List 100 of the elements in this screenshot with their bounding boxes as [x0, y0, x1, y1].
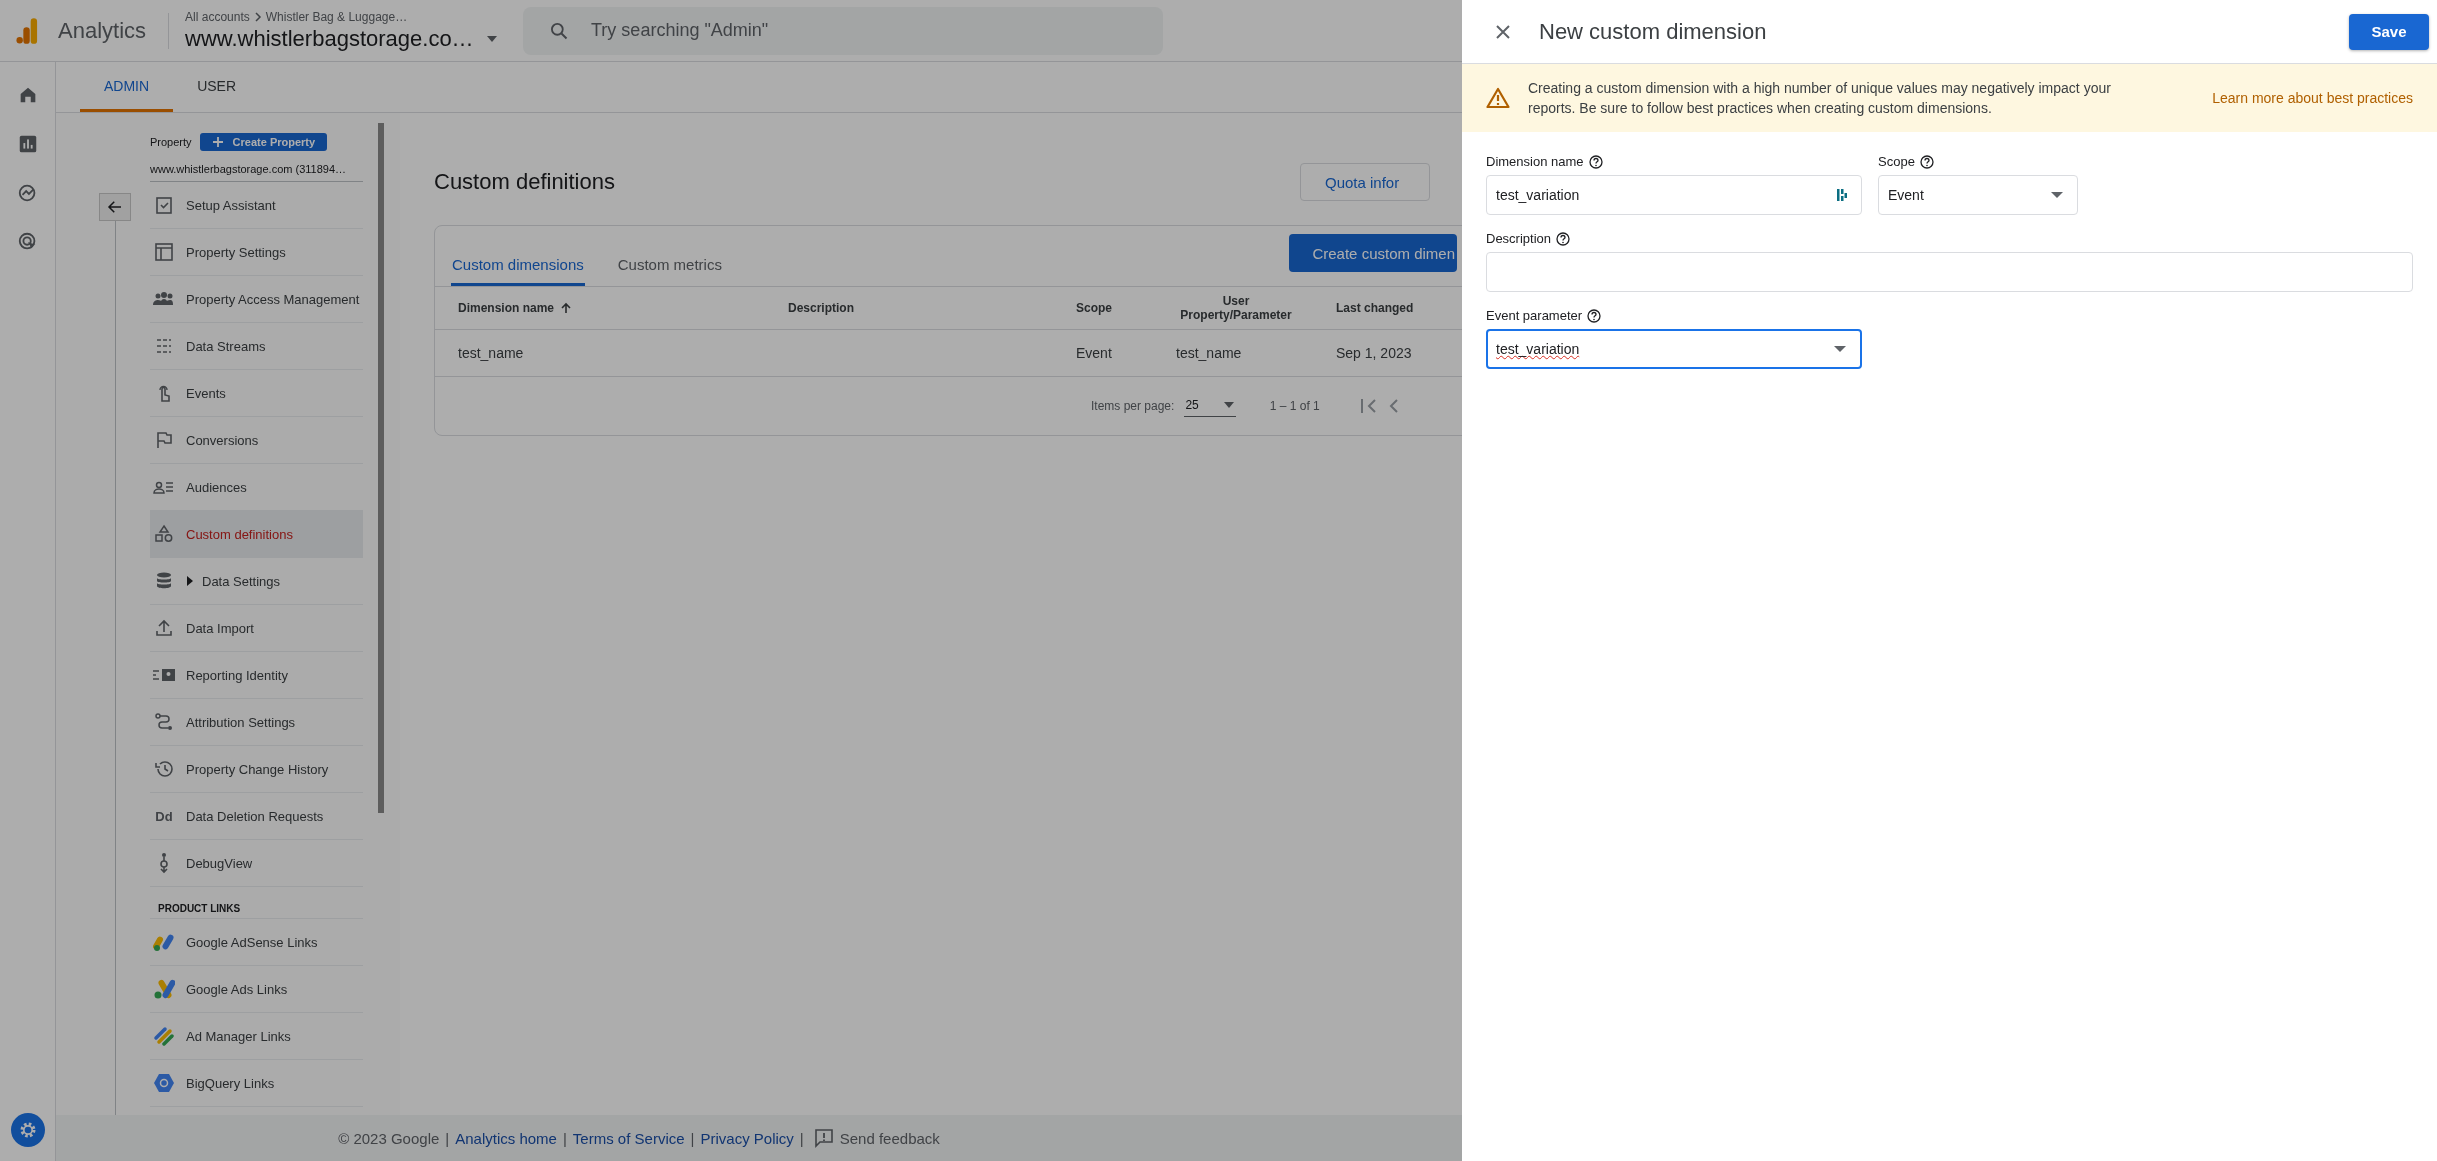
page-range: 1 – 1 of 1	[1269, 399, 1320, 413]
database-icon	[154, 571, 174, 591]
table-cell-text: Sep 1, 2023	[1336, 345, 1413, 361]
nav-item[interactable]: Setup Assistant	[150, 182, 363, 229]
items-per-page-label: Items per page:	[1091, 399, 1175, 413]
copyright-text: © 2023 Google	[338, 1129, 440, 1147]
table-cell-text: test_name	[458, 345, 525, 361]
nav-item[interactable]: Conversions	[150, 417, 363, 464]
upload-icon	[154, 618, 174, 638]
chevron-right-icon	[252, 11, 263, 22]
input-field[interactable]	[1486, 252, 2413, 292]
column-header[interactable]: Scope	[1076, 301, 1176, 315]
select-field[interactable]: Event	[1878, 175, 2078, 215]
separator: |	[799, 1129, 804, 1147]
adsense-logo-icon	[153, 933, 175, 951]
nav-item[interactable]: Data Import	[150, 605, 363, 652]
separator: |	[562, 1129, 567, 1147]
footer-link[interactable]: Terms of Service	[572, 1129, 685, 1147]
property-selector[interactable]: www.whistlerbagstorage.co…	[185, 25, 506, 52]
extension-icon	[1837, 188, 1847, 202]
table-cell-text: test_name	[1176, 345, 1243, 361]
dropdown-arrow-icon	[2051, 191, 2063, 199]
property-label: Property	[150, 136, 192, 148]
nav-item[interactable]: Custom definitions	[150, 511, 363, 558]
sliders-icon	[154, 336, 174, 356]
nav-item[interactable]: Reporting Identity	[150, 652, 363, 699]
layout-icon	[154, 242, 174, 262]
search-input[interactable]: Try searching "Admin"	[589, 19, 1114, 42]
nav-item[interactable]: Data Settings	[150, 558, 363, 605]
debug-icon	[157, 852, 171, 874]
nav-item[interactable]: Ad Manager Links	[150, 1013, 363, 1060]
quota-button[interactable]: Quota infor	[1300, 163, 1430, 201]
create-dimension-button[interactable]: Create custom dimen	[1289, 234, 1457, 272]
nav-item[interactable]: Dd Data Deletion Requests	[150, 793, 363, 840]
separator: |	[445, 1129, 450, 1147]
search-field[interactable]: Try searching "Admin"	[523, 6, 1164, 55]
breadcrumb-link[interactable]: All accounts	[185, 9, 250, 24]
help-icon[interactable]	[1556, 231, 1571, 246]
create-property-button[interactable]: Create Property	[199, 133, 328, 151]
initials-icon: Dd	[155, 808, 173, 824]
bigquery-logo-icon	[153, 1073, 175, 1093]
feedback-link[interactable]: Send feedback	[813, 1128, 940, 1148]
tab[interactable]: Custom dimensions	[451, 256, 585, 286]
warning-icon	[1486, 87, 1510, 109]
select-field[interactable]: test_variation	[1486, 329, 1862, 369]
id-card-icon	[152, 667, 176, 683]
field-label: Dimension name	[1486, 154, 1584, 169]
search-icon	[549, 20, 570, 41]
field-label: Scope	[1878, 154, 1915, 169]
admin-tab[interactable]: USER	[173, 62, 261, 112]
field-label: Description	[1486, 231, 1552, 246]
nav-item[interactable]: Property Settings	[150, 229, 363, 276]
dropdown-arrow-icon	[1222, 400, 1235, 409]
breadcrumb-link[interactable]: Whistler Bag & Luggage…	[265, 9, 408, 24]
caret-icon	[186, 576, 194, 586]
previous-page-icon[interactable]	[1387, 398, 1400, 414]
back-button[interactable]	[99, 193, 131, 221]
column-header[interactable]: Description	[788, 301, 1076, 315]
nav-item[interactable]: BigQuery Links	[150, 1060, 363, 1107]
help-icon[interactable]	[1919, 154, 1934, 169]
route-icon	[154, 712, 174, 732]
input-field[interactable]: test_variation	[1486, 175, 1862, 215]
nav-item[interactable]: Google Ads Links	[150, 966, 363, 1013]
flag-icon	[154, 430, 174, 450]
page-size-select[interactable]: 25	[1184, 395, 1236, 417]
nav-item[interactable]: Property Access Management	[150, 276, 363, 323]
save-button[interactable]: Save	[2349, 13, 2429, 50]
best-practices-link[interactable]: Learn more about best practices	[2212, 90, 2413, 106]
settings-button[interactable]	[10, 1113, 45, 1147]
nav-item[interactable]: Property Change History	[150, 746, 363, 793]
clipboard-check-icon	[154, 195, 174, 215]
first-page-icon[interactable]	[1359, 398, 1378, 414]
help-icon[interactable]	[1587, 308, 1602, 323]
nav-item[interactable]: Data Streams	[150, 323, 363, 370]
people-icon	[153, 291, 175, 307]
nav-item[interactable]: Events	[150, 370, 363, 417]
column-header[interactable]: Dimension name	[458, 301, 788, 315]
footer-link[interactable]: Privacy Policy	[700, 1129, 794, 1147]
table-cell-text: Event	[1076, 345, 1113, 361]
column-header[interactable]: User Property/Parameter	[1176, 294, 1296, 322]
ads-logo-icon	[153, 979, 175, 999]
warning-text: Creating a custom dimension with a high number of unique values may negatively impact your reports. Be sure to follow best practices when creating custom dimensions.	[1528, 79, 2112, 118]
section-heading: PRODUCT LINKS	[150, 887, 363, 919]
back-arrow-icon	[106, 198, 124, 216]
nav-item[interactable]: DebugView	[150, 840, 363, 887]
footer-link[interactable]: Analytics home	[455, 1129, 557, 1147]
nav-item[interactable]: Google AdSense Links	[150, 919, 363, 966]
tab[interactable]: Custom metrics	[616, 256, 723, 286]
product-name: Analytics	[58, 17, 147, 44]
separator: |	[690, 1129, 695, 1147]
column-header[interactable]: Last changed	[1336, 301, 1462, 315]
help-icon[interactable]	[1588, 154, 1603, 169]
field-label: Event parameter	[1486, 308, 1583, 323]
close-icon[interactable]	[1495, 23, 1511, 40]
feedback-icon	[813, 1128, 834, 1148]
nav-item[interactable]: Attribution Settings	[150, 699, 363, 746]
panel-title: New custom dimension	[1539, 18, 1767, 45]
page-title: Custom definitions	[434, 169, 616, 195]
caret-icon	[485, 34, 498, 43]
property-name: www.whistlerbagstorage.com (311894…	[150, 151, 363, 182]
